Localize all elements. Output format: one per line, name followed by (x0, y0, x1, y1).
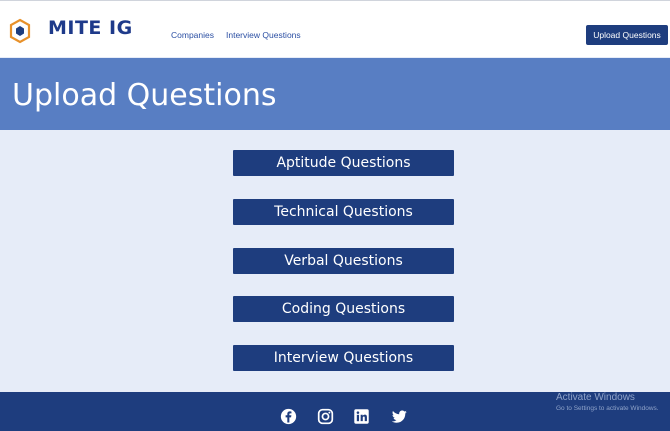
nav-companies-link[interactable]: Companies (171, 30, 214, 40)
activate-windows-watermark: Activate Windows Go to Settings to activ… (556, 392, 659, 412)
brand-name[interactable]: MITE IG (48, 17, 133, 39)
top-navbar: MITE IG Companies Interview Questions Up… (0, 0, 670, 57)
nav-interview-questions-link[interactable]: Interview Questions (226, 30, 301, 40)
coding-questions-button[interactable]: Coding Questions (233, 296, 454, 322)
aptitude-questions-button[interactable]: Aptitude Questions (233, 150, 454, 176)
twitter-icon[interactable] (391, 408, 408, 425)
logo-icon[interactable] (8, 15, 32, 47)
facebook-icon[interactable] (280, 408, 297, 425)
upload-questions-button[interactable]: Upload Questions (586, 25, 668, 45)
activate-windows-title: Activate Windows (556, 392, 635, 403)
technical-questions-button[interactable]: Technical Questions (233, 199, 454, 225)
verbal-questions-button[interactable]: Verbal Questions (233, 248, 454, 274)
page-title: Upload Questions (12, 78, 277, 113)
linkedin-icon[interactable] (353, 408, 370, 425)
interview-questions-button[interactable]: Interview Questions (233, 345, 454, 371)
activate-windows-subtitle: Go to Settings to activate Windows. (556, 405, 659, 412)
instagram-icon[interactable] (317, 408, 334, 425)
